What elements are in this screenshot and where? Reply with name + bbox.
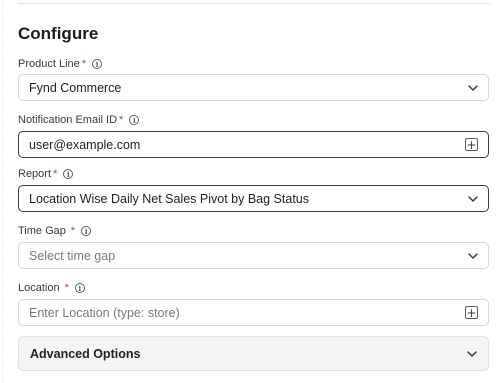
add-location-button[interactable]: + xyxy=(465,306,478,319)
product-line-label-text: Product Line xyxy=(18,58,80,70)
info-icon[interactable]: i xyxy=(92,59,103,69)
required-mark: * xyxy=(64,282,69,294)
product-line-label: Product Line * i xyxy=(18,58,103,70)
product-line-value: Fynd Commerce xyxy=(29,80,122,95)
top-divider xyxy=(18,3,490,4)
configure-panel: Configure Product Line * i Fynd Commerce… xyxy=(0,0,500,383)
info-icon[interactable]: i xyxy=(63,169,74,179)
chevron-down-icon xyxy=(468,195,478,202)
chevron-down-icon xyxy=(467,350,477,357)
time-gap-placeholder: Select time gap xyxy=(29,248,116,263)
add-email-button[interactable]: + xyxy=(465,138,478,151)
notification-email-label-text: Notification Email ID xyxy=(18,114,118,126)
left-divider xyxy=(0,0,3,383)
advanced-options-label: Advanced Options xyxy=(30,346,141,361)
info-icon[interactable]: i xyxy=(74,283,85,293)
time-gap-label-text: Time Gap xyxy=(18,225,66,237)
chevron-down-icon xyxy=(468,252,478,259)
plus-icon: + xyxy=(466,305,477,320)
report-value: Location Wise Daily Net Sales Pivot by B… xyxy=(29,191,309,206)
info-icon[interactable]: i xyxy=(129,115,140,125)
page-title: Configure xyxy=(18,24,99,43)
location-placeholder: Enter Location (type: store) xyxy=(29,305,180,320)
location-label: Location * i xyxy=(18,282,85,294)
info-icon[interactable]: i xyxy=(81,226,92,236)
report-label-text: Report xyxy=(18,168,52,180)
plus-icon: + xyxy=(466,137,477,152)
time-gap-select[interactable]: Select time gap xyxy=(18,242,489,269)
location-input[interactable]: Enter Location (type: store) + xyxy=(18,299,489,326)
notification-email-label: Notification Email ID * i xyxy=(18,114,140,126)
notification-email-value: user@example.com xyxy=(29,137,141,152)
required-mark: * xyxy=(119,114,124,126)
advanced-options-accordion[interactable]: Advanced Options xyxy=(18,336,489,371)
required-mark: * xyxy=(81,58,87,70)
required-mark: * xyxy=(70,225,76,237)
report-label: Report * i xyxy=(18,168,74,180)
chevron-down-icon xyxy=(468,84,478,91)
report-select[interactable]: Location Wise Daily Net Sales Pivot by B… xyxy=(18,185,489,212)
time-gap-label: Time Gap * i xyxy=(18,225,92,237)
required-mark: * xyxy=(53,168,58,180)
product-line-select[interactable]: Fynd Commerce xyxy=(18,74,489,101)
notification-email-input[interactable]: user@example.com + xyxy=(18,131,489,158)
location-label-text: Location xyxy=(18,282,60,294)
